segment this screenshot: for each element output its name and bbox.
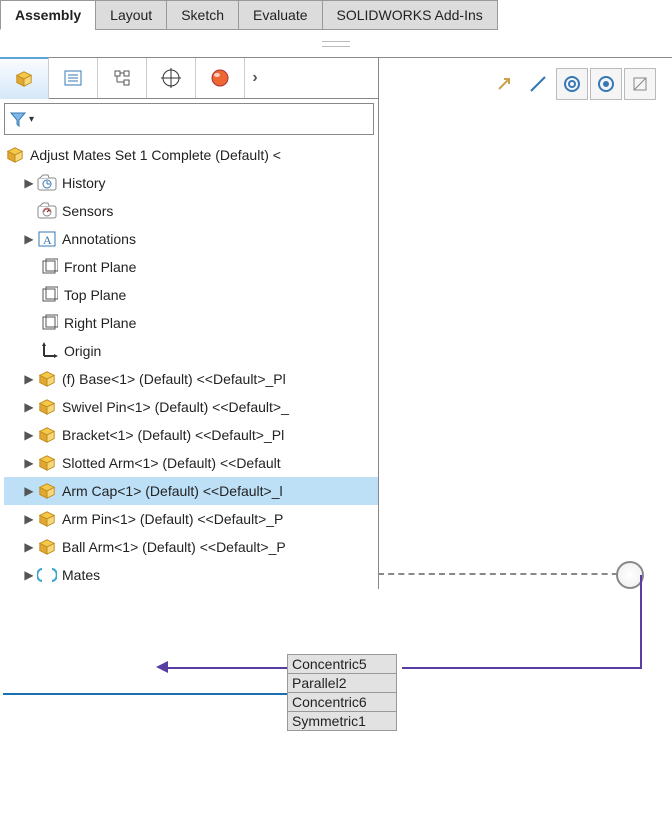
tree-node-history[interactable]: ▶ History [4, 169, 378, 197]
tree-node-part-arm-cap[interactable]: ▶ Arm Cap<1> (Default) <<Default>_l [4, 477, 378, 505]
svg-text:A: A [43, 233, 52, 247]
expander-icon[interactable]: ▶ [22, 456, 36, 470]
command-tabs: Assembly Layout Sketch Evaluate SOLIDWOR… [0, 0, 672, 31]
part-icon [36, 538, 58, 556]
dropdown-caret-icon: ▾ [29, 114, 34, 125]
target-icon [160, 67, 182, 89]
assembly-icon [4, 146, 26, 164]
expander-icon[interactable]: ▶ [22, 428, 36, 442]
arrow-left-icon [156, 661, 168, 673]
no-symbol-icon[interactable] [624, 68, 656, 100]
list-icon [63, 68, 83, 88]
tree-node-part-bracket[interactable]: ▶ Bracket<1> (Default) <<Default>_Pl [4, 421, 378, 449]
part-icon [36, 510, 58, 528]
mate-item[interactable]: Concentric5 [287, 654, 397, 674]
plane-icon [38, 258, 60, 276]
display-manager-tab[interactable] [196, 58, 245, 98]
mates-tooltip-list: Concentric5 Parallel2 Concentric6 Symmet… [287, 654, 397, 730]
expander-icon[interactable]: ▶ [22, 176, 36, 190]
plane-icon [38, 314, 60, 332]
tree-node-part-base[interactable]: ▶ (f) Base<1> (Default) <<Default>_Pl [4, 365, 378, 393]
tab-sketch[interactable]: Sketch [166, 0, 239, 30]
tree-node-right-plane[interactable]: Right Plane [4, 309, 378, 337]
guide-horizontal-line [402, 667, 642, 669]
tree-node-annotations[interactable]: ▶ A Annotations [4, 225, 378, 253]
part-icon [36, 482, 58, 500]
sphere-icon [210, 68, 230, 88]
tree-icon [112, 68, 132, 88]
tree-node-top-plane[interactable]: Top Plane [4, 281, 378, 309]
tree-node-part-swivel-pin[interactable]: ▶ Swivel Pin<1> (Default) <<Default>_ [4, 393, 378, 421]
tree-node-part-slotted-arm[interactable]: ▶ Slotted Arm<1> (Default) <<Default [4, 449, 378, 477]
panel-drag-handle[interactable] [0, 31, 672, 58]
mate-item[interactable]: Symmetric1 [287, 711, 397, 731]
expander-icon[interactable]: ▶ [22, 484, 36, 498]
mate-item[interactable]: Parallel2 [287, 673, 397, 693]
part-icon [36, 454, 58, 472]
feature-tree: Adjust Mates Set 1 Complete (Default) < … [0, 139, 378, 589]
plane-icon [38, 286, 60, 304]
folder-history-icon [36, 174, 58, 192]
display-style-toolbar [488, 68, 656, 100]
expander-icon[interactable]: ▶ [22, 232, 36, 246]
tree-node-mates[interactable]: ▶ Mates [4, 561, 378, 589]
expander-icon[interactable]: ▶ [22, 512, 36, 526]
annotations-icon: A [36, 230, 58, 248]
tree-root-label: Adjust Mates Set 1 Complete (Default) < [30, 147, 281, 163]
circle-double-filled-icon[interactable] [590, 68, 622, 100]
tree-node-part-arm-pin[interactable]: ▶ Arm Pin<1> (Default) <<Default>_P [4, 505, 378, 533]
more-tabs-button[interactable]: › [245, 69, 265, 87]
filter-input[interactable]: ▾ [4, 103, 374, 135]
guide-arrow-line [168, 667, 288, 669]
configuration-manager-tab[interactable] [98, 58, 147, 98]
guide-dashed-line [378, 573, 628, 575]
funnel-icon [9, 110, 27, 128]
tree-node-sensors[interactable]: Sensors [4, 197, 378, 225]
tab-evaluate[interactable]: Evaluate [238, 0, 322, 30]
assembly-icon [15, 70, 33, 88]
expander-icon[interactable]: ▶ [22, 540, 36, 554]
line-diagonal-icon[interactable] [522, 68, 554, 100]
feature-tree-tab[interactable] [0, 57, 49, 99]
mate-item[interactable]: Concentric6 [287, 692, 397, 712]
tab-layout[interactable]: Layout [95, 0, 167, 30]
part-icon [36, 370, 58, 388]
panel-icon-tabs: › [0, 58, 378, 99]
guide-vertical-line [640, 575, 642, 667]
mates-icon [36, 566, 58, 584]
expander-icon[interactable]: ▶ [22, 400, 36, 414]
tree-node-origin[interactable]: Origin [4, 337, 378, 365]
folder-sensors-icon [36, 202, 58, 220]
property-manager-tab[interactable] [49, 58, 98, 98]
expander-icon[interactable]: ▶ [22, 372, 36, 386]
arrow-out-icon[interactable] [488, 68, 520, 100]
part-icon [36, 426, 58, 444]
part-icon [36, 398, 58, 416]
dimxpert-tab[interactable] [147, 58, 196, 98]
tab-assembly[interactable]: Assembly [0, 0, 96, 30]
feature-manager-panel: › ▾ Adjust Mates Set 1 Complete (Default… [0, 58, 379, 589]
tree-node-part-ball-arm[interactable]: ▶ Ball Arm<1> (Default) <<Default>_P [4, 533, 378, 561]
expander-icon[interactable]: ▶ [22, 568, 36, 582]
tab-addins[interactable]: SOLIDWORKS Add-Ins [322, 0, 498, 30]
tree-node-front-plane[interactable]: Front Plane [4, 253, 378, 281]
tree-root[interactable]: Adjust Mates Set 1 Complete (Default) < [4, 141, 378, 169]
origin-icon [38, 342, 60, 360]
circle-double-icon[interactable] [556, 68, 588, 100]
